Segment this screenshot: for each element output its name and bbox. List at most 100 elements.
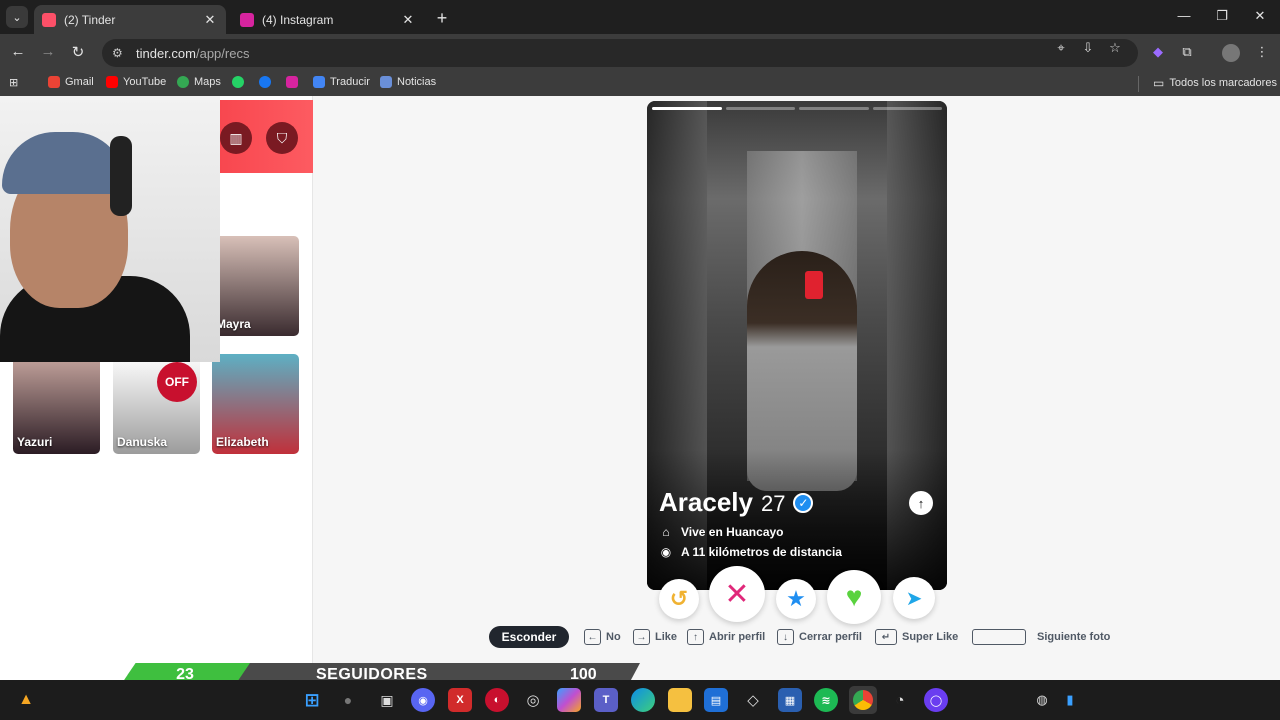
extension-icon[interactable]: ◆: [1148, 44, 1168, 60]
profile-avatar-icon[interactable]: [1222, 44, 1240, 62]
extensions-puzzle-icon[interactable]: ⧉: [1177, 44, 1197, 60]
rewind-icon: ↺: [669, 586, 689, 611]
app-icon[interactable]: ◯: [924, 688, 948, 712]
bookmark-instagram[interactable]: [286, 76, 298, 88]
search-icon[interactable]: ●: [336, 688, 360, 712]
x-app-icon[interactable]: X: [448, 688, 472, 712]
action-buttons: ↺ ✕ ★ ♥ ➤: [655, 566, 945, 624]
close-window-icon[interactable]: ✕: [1250, 8, 1270, 24]
shortcut-like: → Like: [633, 629, 677, 645]
app-icon[interactable]: ◐: [485, 688, 509, 712]
windows-start-icon[interactable]: ⊞: [300, 688, 324, 712]
nope-button[interactable]: ✕: [709, 566, 765, 622]
bookmarks-folder[interactable]: ▭ Todos los marcadores: [1153, 76, 1277, 90]
edge-icon[interactable]: [631, 688, 655, 712]
restore-icon[interactable]: ❐: [1212, 8, 1232, 24]
app-icon[interactable]: ▦: [778, 688, 802, 712]
briefcase-icon[interactable]: ▥: [220, 122, 252, 154]
home-icon: ⌂: [662, 525, 670, 539]
chrome-taskbar-icon[interactable]: [849, 686, 877, 714]
forward-icon[interactable]: →: [38, 43, 58, 60]
bookmark-facebook[interactable]: [259, 76, 271, 88]
lives-in-text: Vive en Huancayo: [681, 525, 784, 539]
dropbox-icon[interactable]: ◇: [741, 688, 765, 712]
address-bar[interactable]: ⚙ tinder.com/app/recs: [102, 39, 1138, 67]
task-view-icon[interactable]: ▣: [375, 688, 399, 712]
photo-progress-segment[interactable]: [872, 107, 942, 110]
tab-strip: ⌄ (2) Tinder ✕ (4) Instagram ✕ + — ❐ ✕: [0, 0, 1280, 34]
apps-grid-icon[interactable]: ⊞: [9, 76, 18, 89]
copilot-icon[interactable]: [557, 688, 581, 712]
sidebar-header: ▥ ⛉: [220, 100, 313, 173]
match-name: Mayra: [216, 317, 251, 331]
install-app-icon[interactable]: ⇩: [1079, 40, 1097, 56]
tab-instagram[interactable]: (4) Instagram ✕: [232, 5, 424, 34]
bookmark-whatsapp[interactable]: [232, 76, 244, 88]
super-like-button[interactable]: ★: [776, 579, 816, 619]
teams-icon[interactable]: T: [594, 688, 618, 712]
rewind-button[interactable]: ↺: [659, 579, 699, 619]
photo-progress-segment[interactable]: [652, 107, 722, 110]
bookmark-noticias[interactable]: Noticias: [380, 76, 436, 88]
facebook-icon: [259, 76, 271, 88]
bookmark-star-icon[interactable]: ☆: [1106, 40, 1124, 56]
shortcut-super-like: ↵ Super Like: [875, 629, 958, 645]
windows-taskbar: ▲ ⊞ ● ▣ ◉ X ◐ ◎ T ▤ ◇ ▦ ≋ ◔ ◯ ◍ ▮: [0, 680, 1280, 720]
vlc-icon[interactable]: ▲: [14, 688, 38, 712]
send-icon: ➤: [905, 587, 923, 610]
like-button[interactable]: ♥: [827, 570, 881, 624]
app-icon[interactable]: ◎: [521, 688, 545, 712]
match-card-elizabeth[interactable]: Elizabeth: [212, 354, 299, 454]
match-name: Yazuri: [17, 435, 53, 449]
spotify-icon[interactable]: ≋: [814, 688, 838, 712]
maps-icon: [177, 76, 189, 88]
tab-search-icon[interactable]: ⌄: [6, 6, 28, 28]
site-info-icon[interactable]: ⚙: [112, 46, 130, 60]
hide-shortcuts-button[interactable]: Esconder: [489, 626, 569, 648]
profile-card[interactable]: Aracely 27 ✓ ↑ ⌂ Vive en Huancayo ◉ A 11…: [647, 101, 947, 590]
gmail-icon: [48, 76, 60, 88]
tinder-favicon-icon: [42, 12, 56, 27]
profile-age: 27: [760, 491, 786, 516]
boost-button[interactable]: ➤: [893, 577, 935, 619]
shortcut-close-profile: ↓ Cerrar perfil: [777, 629, 862, 645]
photo-progress-segment[interactable]: [799, 107, 869, 110]
microphone-icon[interactable]: ▮: [1058, 688, 1082, 712]
shield-icon[interactable]: ⛉: [266, 122, 298, 154]
app-icon[interactable]: ◔: [888, 688, 912, 712]
reload-icon[interactable]: ↻: [68, 43, 88, 61]
bookmark-maps[interactable]: Maps: [177, 76, 221, 88]
bookmark-gmail[interactable]: Gmail: [48, 76, 94, 88]
discord-icon[interactable]: ◉: [411, 688, 435, 712]
folder-icon: ▭: [1153, 76, 1165, 90]
chrome-icon: [853, 690, 873, 710]
news-icon: [380, 76, 392, 88]
space-key-icon: [972, 629, 1026, 645]
instagram-icon: [286, 76, 298, 88]
translate-icon: [313, 76, 325, 88]
tray-icon[interactable]: ◍: [1030, 688, 1054, 712]
back-icon[interactable]: ←: [8, 43, 28, 60]
new-tab-icon[interactable]: +: [433, 8, 451, 29]
headset-icon: [110, 136, 132, 216]
arrow-down-key-icon: ↓: [777, 629, 794, 645]
location-icon[interactable]: ⌖: [1052, 40, 1070, 56]
file-explorer-icon[interactable]: [668, 688, 692, 712]
bookmark-traducir[interactable]: Traducir: [313, 76, 370, 88]
photo-progress-segment[interactable]: [725, 107, 795, 110]
instagram-favicon-icon: [240, 12, 254, 27]
photo-area: [805, 271, 823, 299]
close-tab-icon[interactable]: ✕: [400, 12, 416, 28]
bookmark-youtube[interactable]: YouTube: [106, 76, 166, 88]
shortcut-next-photo: Siguiente foto: [972, 629, 1110, 645]
match-card-mayra[interactable]: Mayra: [212, 236, 299, 336]
store-icon[interactable]: ▤: [704, 688, 728, 712]
arrow-left-key-icon: ←: [584, 629, 601, 645]
open-profile-icon[interactable]: ↑: [909, 491, 933, 515]
minimize-icon[interactable]: —: [1174, 8, 1194, 23]
menu-kebab-icon[interactable]: ⋮: [1252, 44, 1272, 60]
tab-tinder[interactable]: (2) Tinder ✕: [34, 5, 226, 34]
match-card-yazuri[interactable]: Yazuri: [13, 354, 100, 454]
match-card-danuska[interactable]: OFF Danuska: [113, 354, 200, 454]
close-tab-icon[interactable]: ✕: [202, 12, 218, 28]
